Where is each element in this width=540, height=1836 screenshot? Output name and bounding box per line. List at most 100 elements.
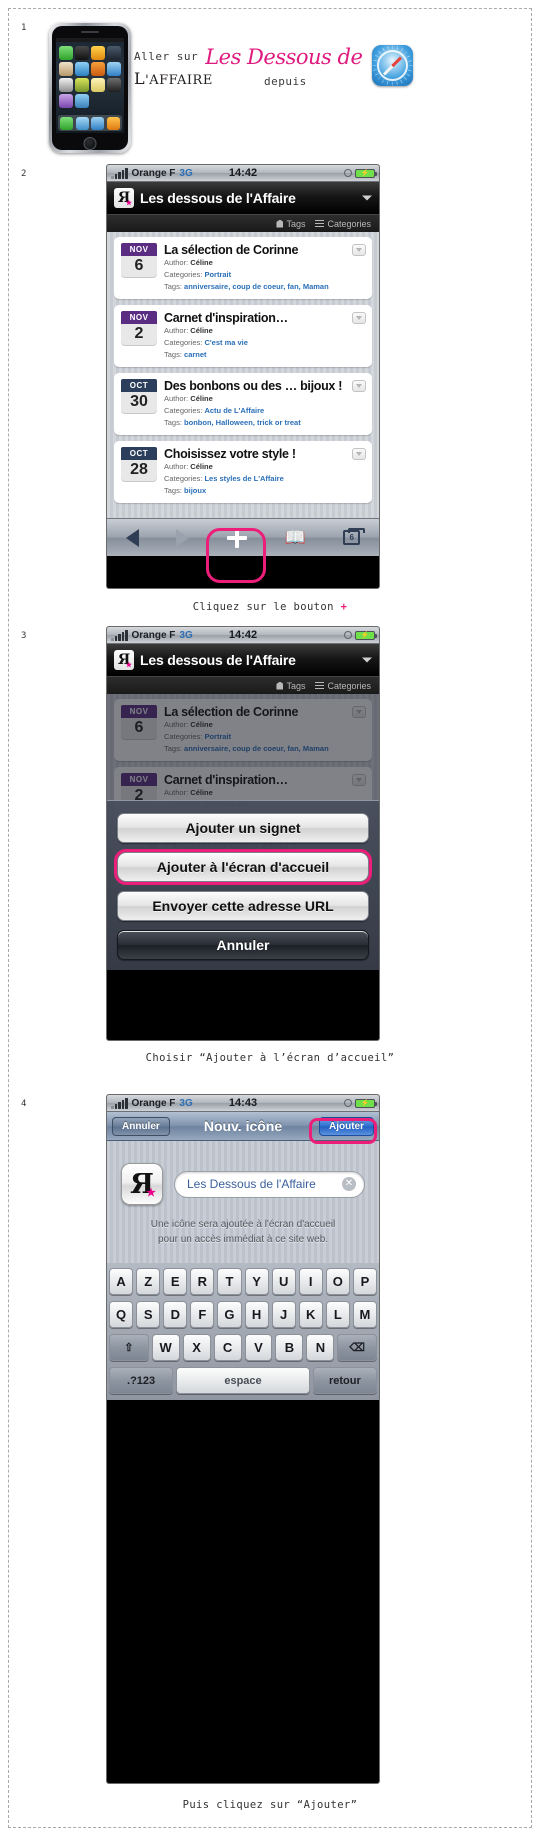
key-n[interactable]: N <box>306 1334 335 1361</box>
icon-name-input[interactable]: Les Dessous de l'Affaire ✕ <box>174 1170 365 1198</box>
subnav-tags[interactable]: Tags <box>276 219 305 229</box>
back-arrow-icon[interactable] <box>125 528 139 547</box>
key-i[interactable]: I <box>298 1268 323 1295</box>
disclosure-icon[interactable] <box>352 448 366 460</box>
step3-caption: Choisir “Ajouter à l’écran d’accueil” <box>145 1052 395 1064</box>
key-l[interactable]: L <box>325 1301 350 1328</box>
disclosure-icon[interactable] <box>352 244 366 256</box>
post-title[interactable]: Choisissez votre style ! <box>164 447 349 461</box>
key-u[interactable]: U <box>271 1268 296 1295</box>
post-author: Author: Céline <box>164 326 213 336</box>
post-categories: Categories: C'est ma vie <box>164 338 248 348</box>
key-f[interactable]: F <box>190 1301 215 1328</box>
key-p[interactable]: P <box>352 1268 377 1295</box>
key-o[interactable]: O <box>325 1268 350 1295</box>
list-item[interactable]: OCT 28 Choisissez votre style ! Author: … <box>114 441 372 503</box>
key-t[interactable]: T <box>217 1268 242 1295</box>
icon-name-form: Я ★ Les Dessous de l'Affaire ✕ Une icône … <box>107 1141 379 1263</box>
post-categories: Categories: Actu de L'Affaire <box>164 406 265 416</box>
post-date: NOV 6 <box>121 243 157 293</box>
book-icon[interactable]: 📖 <box>284 529 305 546</box>
post-day: 28 <box>121 460 157 482</box>
key-m[interactable]: M <box>352 1301 377 1328</box>
form-hint-line1: Une icône sera ajoutée à l'écran d'accue… <box>150 1219 336 1230</box>
key-c[interactable]: C <box>213 1334 242 1361</box>
phone-screen-step2: Orange F 3G 14:42 ⚡ Я ★ Les dessous de l'… <box>106 164 380 589</box>
add-to-home-screen-button[interactable]: Ajouter à l'écran d'accueil <box>114 849 372 885</box>
mail-url-button[interactable]: Envoyer cette adresse URL <box>117 891 369 921</box>
post-month: OCT <box>121 379 157 392</box>
key-j[interactable]: J <box>271 1301 296 1328</box>
site-icon-preview: Я ★ <box>121 1163 163 1205</box>
key-v[interactable]: V <box>244 1334 273 1361</box>
form-hint: Une icône sera ajoutée à l'écran d'accue… <box>121 1218 365 1247</box>
subnav-tags-label: Tags <box>286 680 306 691</box>
post-date: OCT 28 <box>121 447 157 497</box>
site-logo-icon: Я ★ <box>114 650 134 670</box>
safari-compass-icon <box>372 45 413 86</box>
post-title[interactable]: La sélection de Corinne <box>164 243 349 257</box>
share-action-sheet: Ajouter un signet Ajouter à l'écran d'ac… <box>107 800 379 970</box>
site-subnav: Tags Categories <box>107 676 379 694</box>
key-d[interactable]: D <box>163 1301 188 1328</box>
phone-screen-step4: Orange F 3G 14:43 ⚡ Annuler Nouv. icône … <box>106 1094 380 1784</box>
site-subnav: Tags Categories <box>107 214 379 232</box>
on-screen-keyboard: A Z E R T Y U I O P Q S D F G H J K L M … <box>107 1263 379 1400</box>
form-hint-line2: pour un accès immédiat à ce site web. <box>157 1233 329 1245</box>
post-list[interactable]: NOV 6 La sélection de Corinne Author: Cé… <box>107 232 379 518</box>
subnav-tags[interactable]: Tags <box>276 681 305 691</box>
list-item[interactable]: NOV 6 La sélection de Corinne Author: Cé… <box>114 237 372 299</box>
key-g[interactable]: G <box>217 1301 242 1328</box>
site-title: Les dessous de l'Affaire <box>140 652 296 668</box>
caption-plus-icon: + <box>340 601 348 613</box>
shift-key-icon[interactable]: ⇧ <box>109 1334 149 1361</box>
key-r[interactable]: R <box>190 1268 215 1295</box>
key-q[interactable]: Q <box>109 1301 134 1328</box>
key-z[interactable]: Z <box>136 1268 161 1295</box>
space-key[interactable]: espace <box>176 1367 310 1394</box>
plus-icon[interactable] <box>226 527 247 548</box>
chevron-down-icon[interactable] <box>362 195 372 201</box>
key-b[interactable]: B <box>275 1334 304 1361</box>
post-date: NOV 2 <box>121 311 157 361</box>
key-e[interactable]: E <box>163 1268 188 1295</box>
key-w[interactable]: W <box>151 1334 180 1361</box>
site-title: Les dessous de l'Affaire <box>140 190 296 206</box>
subnav-categories[interactable]: Categories <box>315 218 371 229</box>
list-item[interactable]: NOV 2 Carnet d'inspiration… Author: Céli… <box>114 305 372 367</box>
key-y[interactable]: Y <box>244 1268 269 1295</box>
clock-label: 14:42 <box>228 167 258 179</box>
numbers-key[interactable]: .?123 <box>109 1367 174 1394</box>
status-bar: Orange F 3G 14:43 ⚡ <box>107 1095 379 1112</box>
post-day: 2 <box>121 324 157 346</box>
phone-screen-step3: Orange F 3G 14:42 ⚡ Я ★ Les dessous de l'… <box>106 626 380 1041</box>
add-bookmark-button[interactable]: Ajouter un signet <box>117 813 369 843</box>
post-title[interactable]: Carnet d'inspiration… <box>164 311 349 325</box>
key-h[interactable]: H <box>244 1301 269 1328</box>
post-author: Author: Céline <box>164 394 213 404</box>
clear-field-icon[interactable]: ✕ <box>342 1177 356 1191</box>
tutorial-page: 1 Aller sur Les Dessous de L'AFFAIRE dep… <box>8 8 532 1828</box>
post-title[interactable]: Des bonbons ou des … bijoux ! <box>164 379 349 393</box>
backspace-key-icon[interactable]: ⌫ <box>337 1334 377 1361</box>
tabs-icon[interactable]: 6 <box>343 528 366 545</box>
key-s[interactable]: S <box>136 1301 161 1328</box>
battery-charging-icon: ⚡ <box>355 168 377 178</box>
list-icon <box>315 218 325 229</box>
key-x[interactable]: X <box>182 1334 211 1361</box>
list-item[interactable]: OCT 30 Des bonbons ou des … bijoux ! Aut… <box>114 373 372 435</box>
post-tags: Tags: bijoux <box>164 486 207 496</box>
step-number-2: 2 <box>21 169 27 179</box>
keyboard-row-3: ⇧ W X C V B N ⌫ <box>109 1334 377 1361</box>
key-k[interactable]: K <box>298 1301 323 1328</box>
disclosure-icon[interactable] <box>352 312 366 324</box>
return-key[interactable]: retour <box>312 1367 377 1394</box>
step2-caption: Cliquez sur le bouton + <box>192 601 348 613</box>
step1-lead-text: Aller sur <box>134 50 199 63</box>
chevron-down-icon[interactable] <box>362 657 372 663</box>
subnav-categories[interactable]: Categories <box>315 680 371 691</box>
disclosure-icon[interactable] <box>352 380 366 392</box>
subnav-categories-label: Categories <box>327 218 371 229</box>
key-a[interactable]: A <box>109 1268 134 1295</box>
cancel-button[interactable]: Annuler <box>117 930 369 960</box>
